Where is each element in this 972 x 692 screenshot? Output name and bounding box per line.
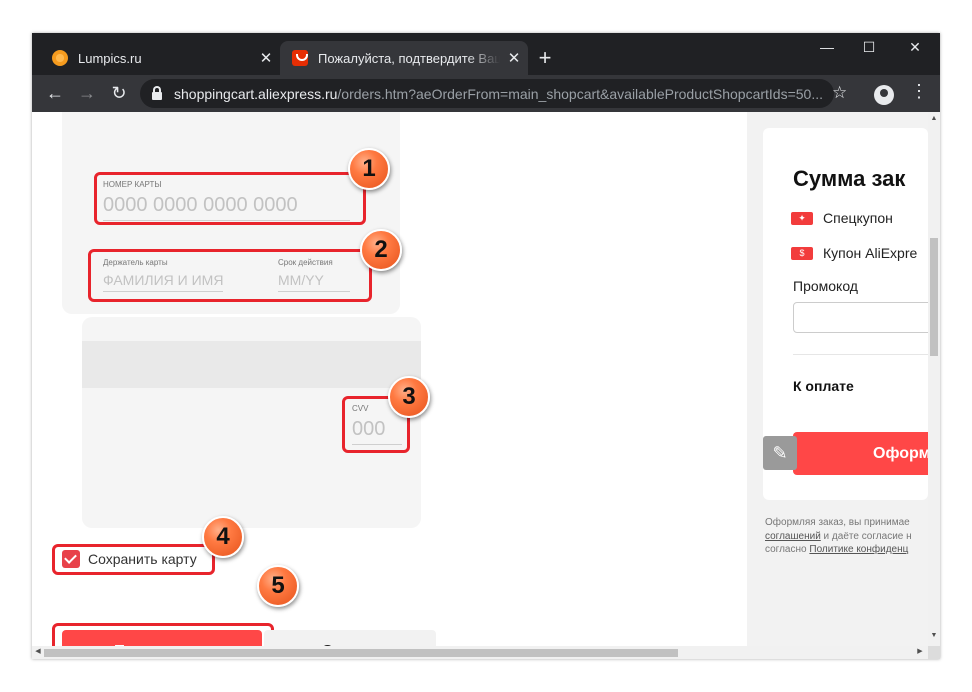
scroll-left-icon[interactable]: ◀ (32, 647, 44, 655)
aliexpress-coupon-label: Купон AliExpre (823, 245, 918, 261)
lock-icon (152, 85, 162, 100)
terms-line-1: Оформляя заказ, вы принимае (765, 517, 910, 528)
special-coupon-label: Спецкупон (823, 210, 893, 226)
summary-title: Сумма зак (793, 166, 906, 191)
save-card-label: Сохранить карту (88, 551, 197, 567)
scroll-right-icon[interactable]: ▶ (914, 647, 926, 655)
tab-title: Lumpics.ru (78, 50, 142, 66)
coupon-icon: $ (791, 246, 813, 260)
lumpics-favicon-icon (52, 50, 68, 66)
total-label: К оплате (793, 378, 854, 394)
browser-window: Lumpics.ru ✕ Пожалуйста, подтвердите Ваш… (32, 33, 940, 659)
coupon-icon: ✦ (791, 211, 813, 225)
summary-divider (793, 354, 928, 355)
url-host: shoppingcart.aliexpress.ru (174, 85, 338, 102)
tab-lumpics[interactable]: Lumpics.ru ✕ (40, 41, 280, 75)
callout-badge-2: 2 (360, 229, 402, 271)
save-card-checkbox-row[interactable]: Сохранить карту (62, 550, 197, 568)
back-arrow-icon[interactable]: ← (39, 83, 71, 104)
promo-code-input[interactable] (793, 302, 928, 333)
callout-badge-5: 5 (257, 565, 299, 607)
aliexpress-coupon-row[interactable]: $ Купон AliExpre (791, 245, 917, 261)
scrollbar-corner (928, 646, 940, 659)
new-tab-icon[interactable]: + (532, 45, 558, 71)
vertical-scrollbar[interactable]: ▲ ▼ (928, 112, 940, 646)
scroll-down-icon[interactable]: ▼ (928, 632, 940, 639)
profile-avatar-icon[interactable] (874, 85, 894, 105)
minimize-icon[interactable]: — (804, 39, 850, 55)
browser-toolbar: ← → ↻ shoppingcart.aliexpress.ru/orders.… (32, 75, 940, 112)
scroll-up-icon[interactable]: ▲ (928, 115, 940, 122)
aliexpress-favicon-icon (292, 50, 308, 66)
save-card-checkbox[interactable] (62, 550, 80, 568)
privacy-policy-link[interactable]: Политике конфиденц (809, 544, 908, 555)
tab-strip: Lumpics.ru ✕ Пожалуйста, подтвердите Ваш… (32, 33, 940, 75)
close-window-icon[interactable]: ✕ (892, 39, 938, 56)
highlight-holder-expiry (88, 249, 372, 302)
bookmark-star-icon[interactable]: ☆ (832, 83, 847, 103)
horizontal-scrollbar[interactable]: ◀ ▶ (32, 646, 928, 659)
reload-icon[interactable]: ↻ (103, 83, 135, 104)
vertical-scroll-thumb[interactable] (930, 238, 938, 356)
agreements-link[interactable]: соглашений (765, 531, 821, 542)
tab-close-icon[interactable]: ✕ (252, 49, 280, 67)
tab-title: Пожалуйста, подтвердите Ваш заказ (318, 50, 500, 66)
highlight-card-number (94, 172, 366, 225)
terms-line-2: и даёте согласие н (820, 530, 912, 542)
special-coupon-row[interactable]: ✦ Спецкупон (791, 210, 893, 226)
cancel-button[interactable]: Отмена (264, 630, 436, 646)
page-content: НОМЕР КАРТЫ 0000 0000 0000 0000 Держател… (32, 112, 928, 646)
promo-code-label: Промокод (793, 278, 858, 294)
pencil-icon[interactable]: ✎ (763, 436, 797, 470)
confirm-button[interactable]: Подтвердить (62, 630, 262, 646)
place-order-button[interactable]: Оформ (793, 432, 928, 475)
tab-aliexpress[interactable]: Пожалуйста, подтвердите Ваш заказ ✕ (280, 41, 528, 75)
terms-text: Оформляя заказ, вы принимае соглашений и… (765, 516, 912, 557)
magnetic-stripe (82, 341, 421, 388)
horizontal-scroll-thumb[interactable] (44, 649, 678, 657)
forward-arrow-icon[interactable]: → (71, 83, 103, 104)
tab-close-icon[interactable]: ✕ (500, 49, 528, 67)
maximize-icon[interactable]: ☐ (846, 39, 892, 56)
kebab-menu-icon[interactable]: ⋮ (910, 81, 928, 102)
callout-badge-1: 1 (348, 148, 390, 190)
callout-badge-3: 3 (388, 376, 430, 418)
terms-line-3: согласно (765, 544, 810, 555)
callout-badge-4: 4 (202, 516, 244, 558)
address-bar[interactable]: shoppingcart.aliexpress.ru/orders.htm?ae… (140, 79, 834, 108)
url-path: /orders.htm?aeOrderFrom=main_shopcart&av… (337, 85, 824, 102)
